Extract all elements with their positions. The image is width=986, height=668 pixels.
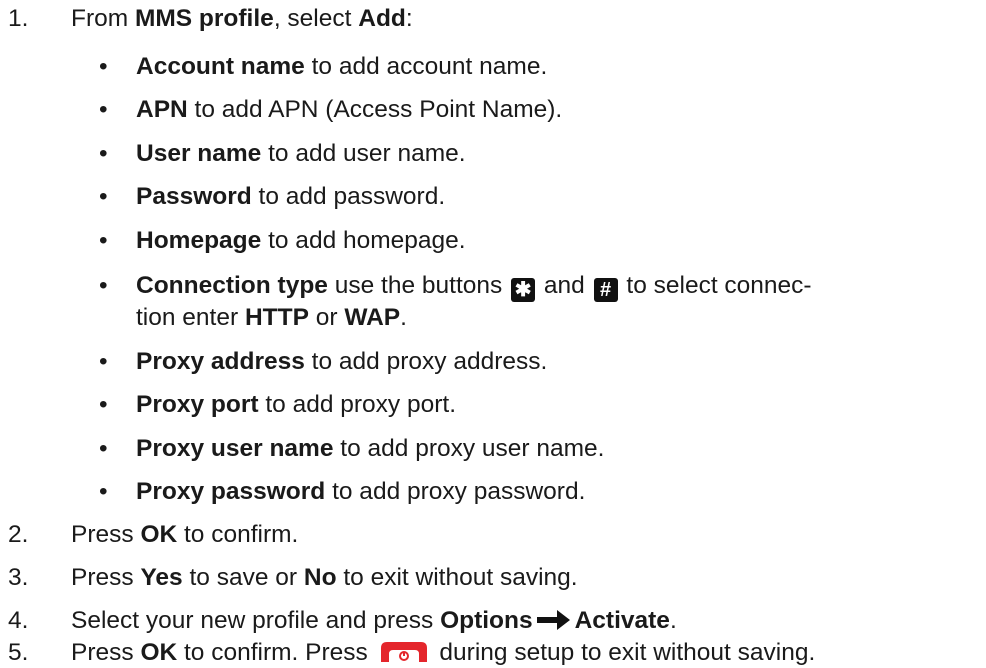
- instruction-document: 1. From MMS profile, select Add: • Accou…: [8, 5, 816, 666]
- right-arrow-icon: [536, 610, 570, 630]
- end-call-key-icon: [380, 642, 427, 662]
- menu-mms-profile: MMS profile: [134, 5, 274, 32]
- step-number: 2.: [8, 521, 29, 548]
- step-number: 1.: [8, 5, 29, 32]
- step-number: 4.: [8, 607, 29, 634]
- step-number: 3.: [8, 564, 29, 591]
- menu-add: Add: [358, 5, 406, 32]
- star-key-icon: ✱: [511, 278, 536, 302]
- hash-key-icon: #: [593, 278, 618, 302]
- step-number: 5.: [8, 639, 29, 666]
